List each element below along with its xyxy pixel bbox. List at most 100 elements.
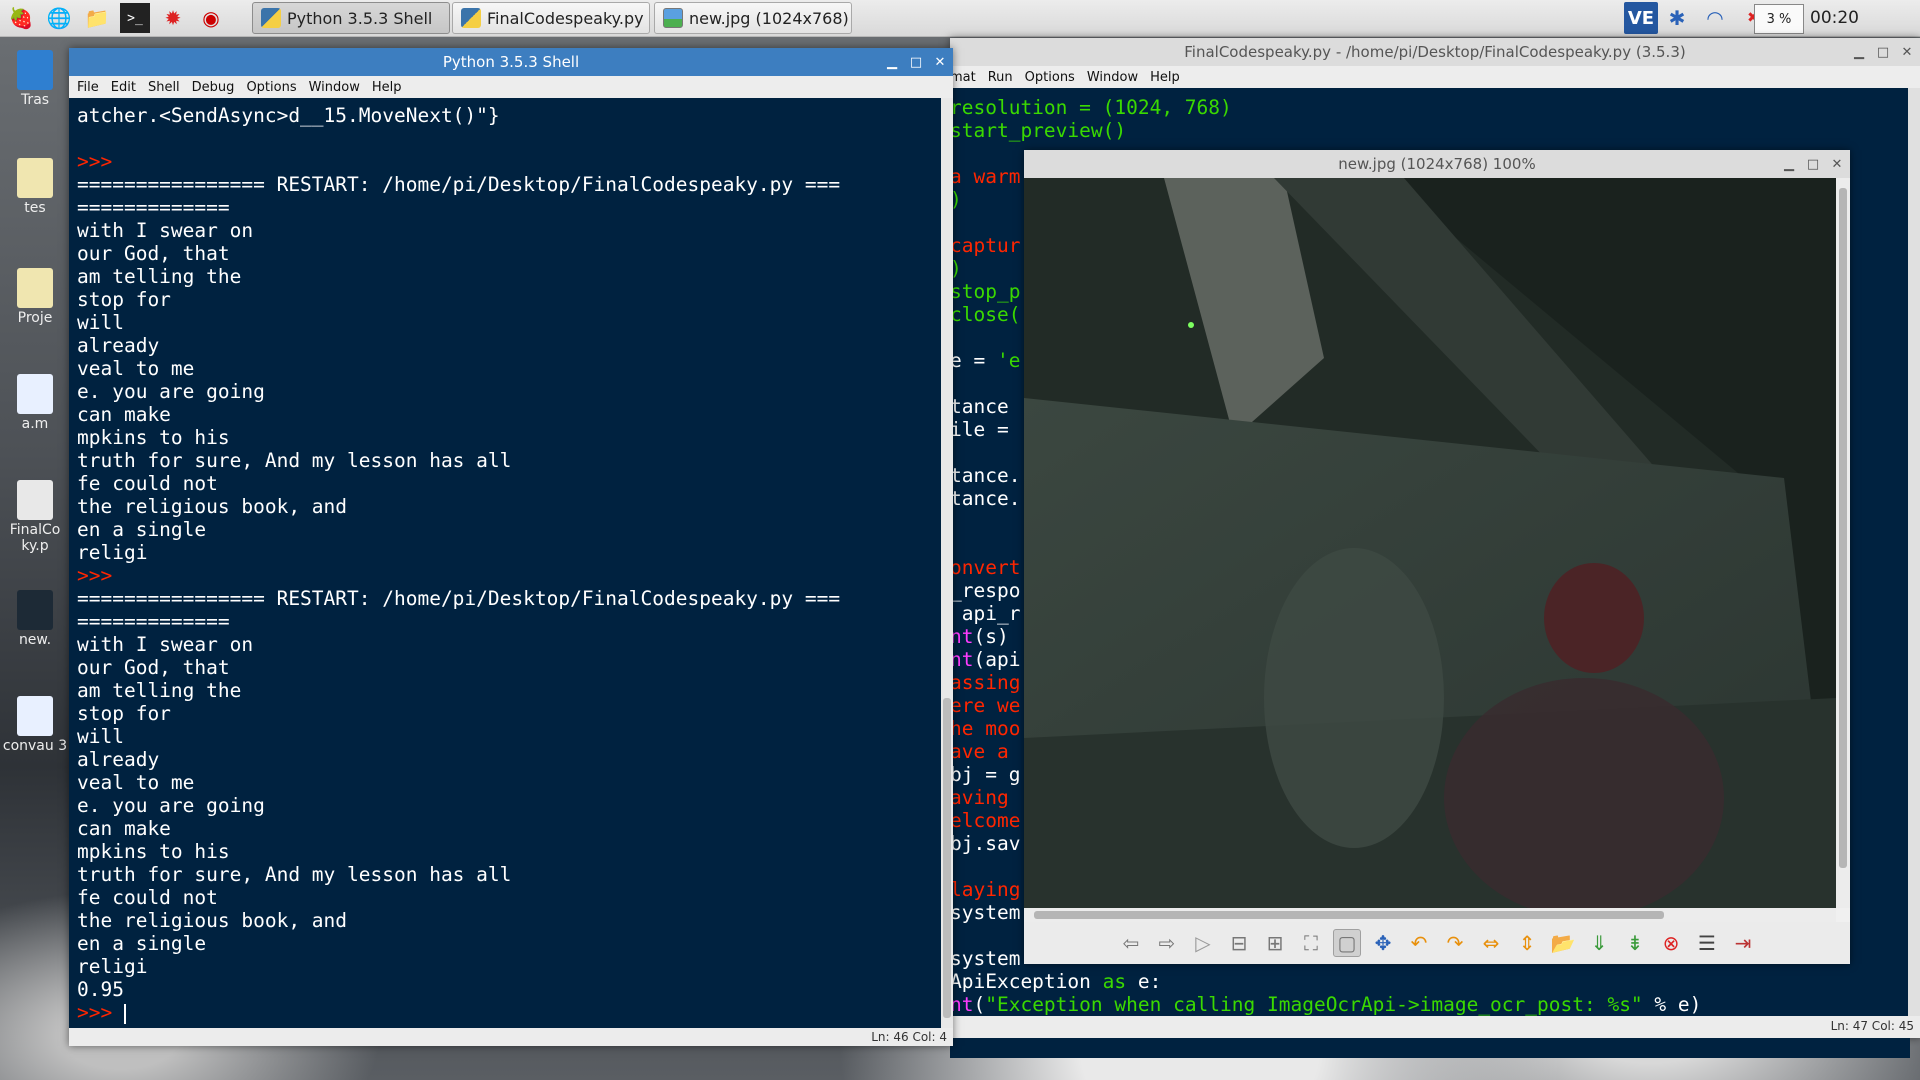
desktop-icon[interactable]: FinalCo ky.p (0, 480, 70, 554)
delete-icon[interactable]: ⊗ (1657, 929, 1685, 957)
next-icon[interactable]: ⇨ (1153, 929, 1181, 957)
menu-file[interactable]: File (77, 80, 99, 95)
menu-run[interactable]: Run (988, 70, 1013, 85)
mathematica-icon[interactable]: ✹ (158, 3, 188, 33)
code-line: nt("Exception when calling ImageOcrApi->… (950, 993, 1910, 1016)
shell-line: ============= (77, 196, 230, 219)
viewer-vertical-scrollbar[interactable] (1836, 178, 1850, 908)
shell-line: can make (77, 403, 171, 426)
shell-prompt: >>> (77, 1001, 126, 1024)
desktop-icon[interactable]: a.m (0, 374, 70, 432)
menu-window[interactable]: Window (309, 80, 360, 95)
quit-icon[interactable]: ⇥ (1729, 929, 1757, 957)
save-as-icon[interactable]: ⇟ (1621, 929, 1649, 957)
raspberry-menu-icon[interactable]: 🍓 (6, 3, 36, 33)
fit-icon[interactable]: ⛶ (1297, 929, 1325, 957)
desktop-icon[interactable]: Proje (0, 268, 70, 326)
file-manager-icon[interactable]: 📁 (82, 3, 112, 33)
shell-line: already (77, 334, 160, 357)
shell-line: mpkins to his (77, 840, 230, 863)
maximize-icon[interactable]: □ (1876, 45, 1890, 60)
previous-icon[interactable]: ⇦ (1117, 929, 1145, 957)
photo-of-book-page[interactable] (1024, 178, 1836, 908)
menu-mat[interactable]: mat (950, 70, 976, 85)
save-icon[interactable]: ⇓ (1585, 929, 1613, 957)
minimize-icon[interactable]: ▁ (1852, 45, 1866, 60)
code-token: bj = g (950, 763, 1021, 786)
rotate-right-icon[interactable]: ↷ (1441, 929, 1469, 957)
fullscreen-icon[interactable]: ✥ (1369, 929, 1397, 957)
maximize-icon[interactable]: □ (909, 55, 923, 70)
shell-line: ============= (77, 610, 230, 633)
wolfram-icon[interactable]: ◉ (196, 3, 226, 33)
menu-options[interactable]: Options (1025, 70, 1075, 85)
menu-help[interactable]: Help (372, 80, 402, 95)
close-icon[interactable]: ✕ (1900, 45, 1914, 60)
shell-line: already (77, 748, 160, 771)
editor-titlebar[interactable]: FinalCodespeaky.py - /home/pi/Desktop/Fi… (950, 38, 1920, 66)
code-token: captur (950, 234, 1021, 257)
code-token: tance. (950, 487, 1021, 510)
code-token: nt (950, 625, 974, 648)
minimize-icon[interactable]: ▁ (1782, 157, 1796, 172)
code-token: 'e (996, 349, 1021, 372)
desktop-icon[interactable]: convau 3 (0, 696, 70, 754)
shell-output-area[interactable]: atcher.<SendAsync>d__15.MoveNext()"} >>> =… (69, 98, 941, 1028)
shell-prompt: >>> (77, 564, 113, 587)
shell-titlebar[interactable]: Python 3.5.3 Shell (69, 48, 953, 76)
menu-window[interactable]: Window (1087, 70, 1138, 85)
wifi-icon[interactable]: ◠ (1700, 3, 1730, 33)
menu-edit[interactable]: Edit (111, 80, 136, 95)
viewer-horizontal-scrollbar[interactable] (1024, 908, 1836, 922)
shell-menubar: File Edit Shell Debug Options Window Help (69, 76, 953, 98)
taskbar-task-1[interactable]: Python 3.5.3 Shell (252, 2, 450, 34)
terminal-icon[interactable]: >_ (120, 3, 150, 33)
shell-line: am telling the (77, 679, 242, 702)
zoom-in-icon[interactable]: ⊞ (1261, 929, 1289, 957)
desktop-icon[interactable]: new. (0, 590, 70, 648)
shell-line: fe could not (77, 886, 218, 909)
shell-line: religi (77, 541, 148, 564)
slideshow-icon[interactable]: ▷ (1189, 929, 1217, 957)
code-token: close( (950, 303, 1021, 326)
clock[interactable]: 00:20 (1810, 0, 1859, 36)
taskbar-task-3[interactable]: new.jpg (1024x768) 1... (654, 2, 852, 34)
editor-title: FinalCodespeaky.py - /home/pi/Desktop/Fi… (1184, 43, 1686, 61)
shell-scroll-thumb[interactable] (943, 698, 951, 1018)
menu-options[interactable]: Options (246, 80, 296, 95)
code-token: tance (950, 395, 1021, 418)
taskbar-task-2[interactable]: FinalCodespeaky.py -... (452, 2, 650, 34)
shell-scrollbar[interactable] (941, 98, 953, 1028)
editor-scrollbar[interactable] (1908, 88, 1920, 1028)
code-token: % e) (1642, 993, 1702, 1016)
minimize-icon[interactable]: ▁ (885, 55, 899, 70)
code-token: bj.sav (950, 832, 1021, 855)
desktop-icon[interactable]: tes (0, 158, 70, 216)
close-icon[interactable]: ✕ (933, 55, 947, 70)
desktop-icon-label: FinalCo ky.p (9, 522, 61, 554)
menu-debug[interactable]: Debug (192, 80, 235, 95)
desktop-icon[interactable]: Tras (0, 50, 70, 108)
vnc-tray-icon[interactable]: VE (1624, 2, 1658, 34)
original-size-icon[interactable]: ▢ (1333, 929, 1361, 957)
shell-line: ================ RESTART: /home/pi/Deskt… (77, 173, 841, 196)
bluetooth-icon[interactable]: ✱ (1662, 3, 1692, 33)
flip-horizontal-icon[interactable]: ⇔ (1477, 929, 1505, 957)
maximize-icon[interactable]: □ (1806, 157, 1820, 172)
open-icon[interactable]: 📂 (1549, 929, 1577, 957)
menu-shell[interactable]: Shell (148, 80, 180, 95)
shell-window-controls: ▁ □ ✕ (885, 48, 947, 76)
preferences-icon[interactable]: ☰ (1693, 929, 1721, 957)
viewer-titlebar[interactable]: new.jpg (1024x768) 100% (1024, 150, 1850, 178)
viewer-title: new.jpg (1024x768) 100% (1338, 155, 1536, 173)
rotate-left-icon[interactable]: ↶ (1405, 929, 1433, 957)
web-browser-icon[interactable]: 🌐 (44, 3, 74, 33)
shell-line: e. you are going (77, 794, 265, 817)
code-token: resolution = (1024, 768) (950, 96, 1232, 119)
zoom-out-icon[interactable]: ⊟ (1225, 929, 1253, 957)
close-icon[interactable]: ✕ (1830, 157, 1844, 172)
flip-vertical-icon[interactable]: ⇕ (1513, 929, 1541, 957)
shell-prompt: >>> (77, 150, 113, 173)
desktop-icon-image (17, 158, 53, 198)
menu-help[interactable]: Help (1150, 70, 1180, 85)
